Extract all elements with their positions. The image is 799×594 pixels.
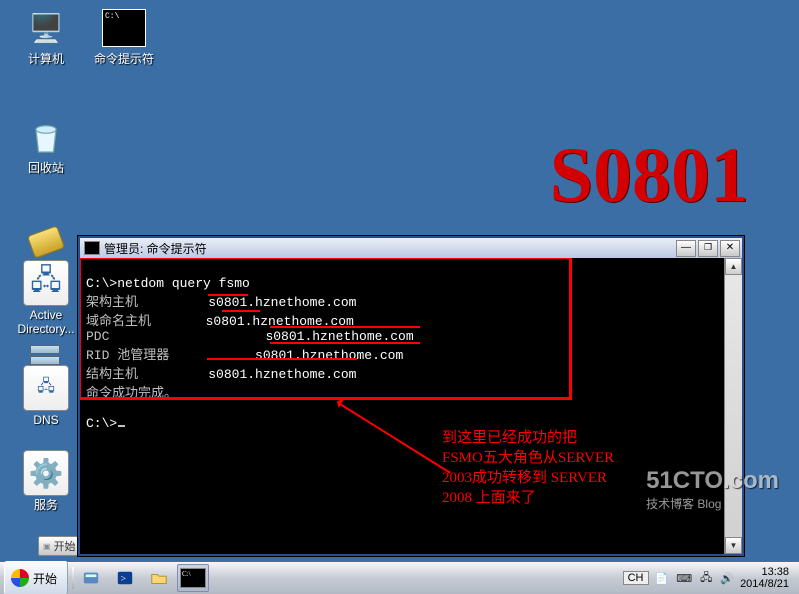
desktop-icon-recycle[interactable]: 回收站 [10, 115, 82, 175]
host-3: s0801.hznethome.com [255, 348, 403, 363]
mini-start-label: 开始 [54, 538, 76, 554]
system-tray[interactable]: CH 📄 ⌨ 🖧 🔊 13:38 2014/8/21 [617, 562, 799, 594]
tray-document-icon[interactable]: 📄 [653, 572, 671, 585]
role-2: PDC [86, 329, 109, 344]
start-button[interactable]: 开始 [4, 561, 68, 594]
host-watermark: S0801 [550, 130, 749, 220]
role-1: 域命名主机 [86, 314, 151, 329]
role-0: 架构主机 [86, 295, 138, 310]
host-1: s0801.hznethome.com [206, 314, 354, 329]
svg-text:>: > [121, 574, 127, 585]
icon-label: DNS [10, 413, 82, 427]
title-bar[interactable]: 管理员: 命令提示符 [80, 238, 742, 258]
cmd-window[interactable]: 管理员: 命令提示符 C:\>netdom query fsmo 架构主机 s0… [78, 236, 744, 556]
host-4: s0801.hznethome.com [208, 367, 356, 382]
cmd-icon [180, 568, 206, 588]
ime-indicator[interactable]: CH [623, 571, 649, 585]
minimize-button[interactable] [676, 240, 696, 257]
start-orb-icon [11, 569, 29, 587]
desktop-icon-ad[interactable]: 🖧 Active Directory... [10, 260, 82, 336]
desktop-icon-cmd[interactable]: 命令提示符 [88, 6, 160, 66]
role-3: RID 池管理器 [86, 348, 169, 363]
terminal-cursor [118, 425, 125, 427]
icon-label: 回收站 [10, 161, 82, 175]
scroll-up-button[interactable]: ▲ [725, 258, 742, 275]
taskbar-server-manager[interactable] [75, 564, 107, 592]
taskbar[interactable]: 开始 > CH 📄 ⌨ 🖧 🔊 13:38 2014/8/21 [0, 561, 799, 594]
mini-servers-icon [30, 345, 60, 365]
icon-label: Active Directory... [10, 308, 82, 336]
red-annotation-text: 到这里已经成功的把 FSMO五大角色从SERVER 2003成功转移到 SERV… [442, 428, 614, 508]
start-label: 开始 [33, 570, 57, 587]
tray-input-icon[interactable]: ⌨ [674, 572, 694, 585]
taskbar-powershell[interactable]: > [109, 564, 141, 592]
prompt2: C:\> [86, 416, 117, 431]
taskbar-cmd[interactable] [177, 564, 209, 592]
dns-icon: 🖧 [23, 365, 69, 411]
desktop-icon-services[interactable]: ⚙️ 服务 [10, 450, 82, 512]
desktop-icon-computer[interactable]: 🖥️ 计算机 [10, 6, 82, 66]
red-arrow-line [339, 403, 450, 474]
terminal-body[interactable]: C:\>netdom query fsmo 架构主机 s0801.hznetho… [80, 258, 742, 554]
clock-time: 13:38 [740, 566, 789, 578]
scroll-down-button[interactable]: ▼ [725, 537, 742, 554]
mini-start-button[interactable]: ▣ 开始 [38, 536, 83, 556]
host-2: s0801.hznethome.com [265, 329, 413, 344]
tray-network-icon[interactable]: 🖧 [698, 569, 714, 588]
icon-label: 服务 [10, 498, 82, 512]
role-4: 结构主机 [86, 367, 138, 382]
prompt1: C:\> [86, 276, 117, 291]
icon-label: 计算机 [10, 52, 82, 66]
red-underline-1 [222, 310, 260, 312]
window-scrollbar[interactable]: ▲ ▼ [724, 258, 742, 554]
host-0: s0801.hznethome.com [208, 295, 356, 310]
cmd-titlebar-icon [84, 241, 100, 255]
clock-date: 2014/8/21 [740, 578, 789, 590]
taskbar-clock[interactable]: 13:38 2014/8/21 [740, 566, 793, 590]
maximize-button[interactable] [698, 240, 718, 257]
computer-icon: 🖥️ [24, 6, 68, 50]
close-button[interactable] [720, 240, 740, 257]
taskbar-explorer[interactable] [143, 564, 175, 592]
desktop-icon-dns[interactable]: 🖧 DNS [10, 365, 82, 427]
services-icon: ⚙️ [23, 450, 69, 496]
active-directory-icon: 🖧 [23, 260, 69, 306]
recycle-bin-icon [24, 115, 68, 159]
done-msg: 命令成功完成。 [86, 386, 177, 401]
window-title: 管理员: 命令提示符 [104, 240, 676, 257]
cmd-icon [102, 6, 146, 50]
gold-object-icon [27, 225, 65, 258]
terminal-command: netdom query fsmo [117, 276, 250, 291]
taskbar-divider [72, 567, 74, 589]
icon-label: 命令提示符 [88, 52, 160, 66]
tray-sound-icon[interactable]: 🔊 [718, 572, 736, 585]
